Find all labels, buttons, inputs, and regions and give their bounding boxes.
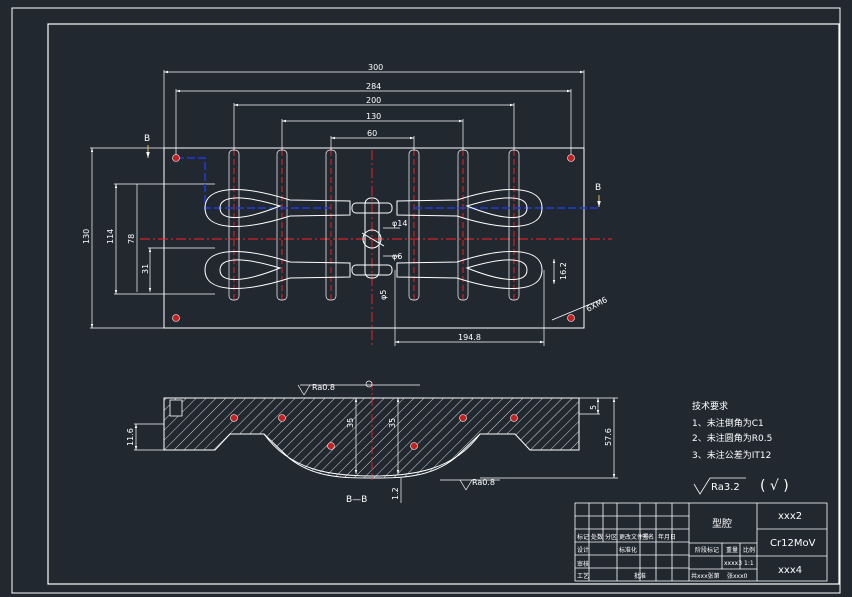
material: Cr12MoV xyxy=(770,538,816,549)
tech-requirements: 技术要求 1、未注倒角为C1 2、未注圆角为R0.5 3、未注公差为IT12 R… xyxy=(692,400,789,495)
dim-11-6: 11.6 xyxy=(126,428,135,446)
dim-60: 60 xyxy=(367,129,377,138)
outer-border xyxy=(11,7,841,594)
plate-outline xyxy=(163,147,585,329)
dim-5: 5 xyxy=(589,405,598,410)
section-profile xyxy=(163,397,580,479)
tech-item-3: 3、未注公差为IT12 xyxy=(692,449,771,461)
row-label-approve: 批准 xyxy=(634,572,646,580)
header-cell-3: 分区 xyxy=(605,533,617,541)
header-cell-1: 标记 xyxy=(577,533,589,541)
dim-16-2: 16.2 xyxy=(559,262,568,280)
dim-114: 114 xyxy=(106,229,115,244)
dim-200: 200 xyxy=(366,96,381,105)
dim-phi14: φ14 xyxy=(392,219,407,228)
dim-284: 284 xyxy=(366,82,381,91)
dim-phi6: φ6 xyxy=(392,252,402,261)
code-top: xxx2 xyxy=(778,511,802,522)
stage-value-1: xxxx3 xyxy=(724,560,742,567)
tech-item-2: 2、未注圆角为R0.5 xyxy=(692,432,772,444)
dim-35-right: 35 xyxy=(388,418,397,428)
dim-300: 300 xyxy=(368,63,383,72)
dim-35-left: 35 xyxy=(346,418,355,428)
section-mark-right: B xyxy=(595,183,601,193)
roughness-top: Ra0.8 xyxy=(312,383,335,392)
sheet-text: 共xxx张第 xyxy=(691,572,720,580)
sheet-text-2: 张xxx0 xyxy=(727,572,748,580)
header-cell-5: 签名 xyxy=(642,533,654,541)
inner-border xyxy=(47,23,840,585)
dim-phi5: φ5 xyxy=(379,290,388,300)
row-label-standard: 标准化 xyxy=(619,546,637,554)
stage-header-3: 比例 xyxy=(743,546,755,554)
header-cell-6: 年月日 xyxy=(658,533,676,541)
dim-1-2: 1.2 xyxy=(391,487,400,500)
thread-callout: 6XM6 xyxy=(585,295,609,314)
stage-header-2: 重量 xyxy=(726,546,738,554)
section-view: Ra0.8 Ra0.8 11.6 35 35 5 57.6 1.2 B—B xyxy=(126,380,618,505)
tech-heading: 技术要求 xyxy=(692,400,728,412)
section-title: B—B xyxy=(346,495,367,505)
section-mark-left: B xyxy=(144,134,150,144)
part-name: 型腔 xyxy=(712,517,732,530)
tech-item-1: 1、未注倒角为C1 xyxy=(692,417,764,429)
dim-130: 130 xyxy=(366,112,381,121)
surface-finish-value: Ra3.2 xyxy=(711,482,740,493)
surface-finish-mark: ( √ ) xyxy=(760,478,789,494)
dim-194-8: 194.8 xyxy=(458,333,481,342)
header-cell-2: 处数 xyxy=(591,533,603,541)
cad-drawing: 300 284 200 130 60 130 114 78 31 16.2 19… xyxy=(11,7,841,594)
dim-78: 78 xyxy=(127,234,136,244)
dim-31: 31 xyxy=(141,264,150,274)
stage-value-2: 1:1 xyxy=(744,560,754,567)
code-bottom: xxx4 xyxy=(778,565,802,576)
row-label-process: 工艺 xyxy=(577,572,589,580)
stage-header-1: 阶段标记 xyxy=(695,546,719,554)
row-label-review: 审核 xyxy=(577,560,589,568)
roughness-bottom: Ra0.8 xyxy=(472,478,495,487)
top-view: 300 284 200 130 60 130 114 78 31 16.2 19… xyxy=(82,63,612,346)
dim-130-vertical: 130 xyxy=(82,229,91,244)
title-block-text: 型腔 xxx2 Cr12MoV xxx4 标记 处数 分区 更改文件号 签名 年… xyxy=(577,511,816,580)
row-label-design: 设计 xyxy=(577,546,589,554)
dim-57-6: 57.6 xyxy=(604,428,613,446)
